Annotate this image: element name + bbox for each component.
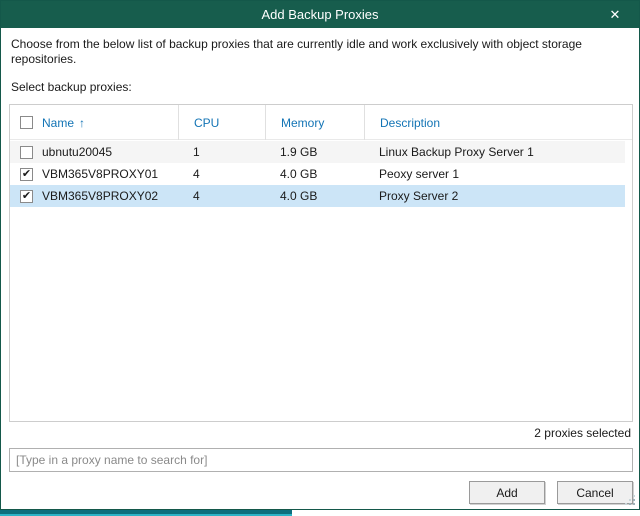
table-row[interactable]: ubnutu20045 1 1.9 GB Linux Backup Proxy …	[10, 141, 625, 163]
table-body: ubnutu20045 1 1.9 GB Linux Backup Proxy …	[10, 141, 632, 421]
proxy-name: VBM365V8PROXY02	[42, 189, 158, 203]
proxy-cpu: 4	[178, 185, 265, 207]
column-header-description[interactable]: Description	[364, 105, 632, 140]
row-checkbox[interactable]: ✔	[20, 190, 33, 203]
dialog-description: Choose from the below list of backup pro…	[11, 37, 625, 67]
resize-grip[interactable]	[633, 503, 635, 505]
table-row[interactable]: ✔ VBM365V8PROXY01 4 4.0 GB Peoxy server …	[10, 163, 625, 185]
proxies-table: Name ↑ CPU Memory Description ubnutu2004…	[9, 104, 633, 422]
column-header-cpu[interactable]: CPU	[178, 105, 265, 140]
column-header-name[interactable]: Name ↑	[10, 105, 178, 140]
selection-status: 2 proxies selected	[534, 426, 631, 440]
close-icon[interactable]: ✕	[601, 1, 629, 28]
proxy-name: ubnutu20045	[42, 145, 112, 159]
background-window-edge	[0, 510, 292, 516]
table-row[interactable]: ✔ VBM365V8PROXY02 4 4.0 GB Proxy Server …	[10, 185, 625, 207]
dialog-titlebar: Add Backup Proxies ✕	[1, 1, 639, 28]
cancel-button[interactable]: Cancel	[557, 481, 633, 504]
column-header-memory[interactable]: Memory	[265, 105, 364, 140]
sort-ascending-icon: ↑	[79, 116, 85, 130]
proxy-description: Linux Backup Proxy Server 1	[364, 141, 632, 163]
table-header-row: Name ↑ CPU Memory Description	[10, 105, 632, 140]
desktop-background	[0, 510, 640, 516]
dialog-title: Add Backup Proxies	[261, 7, 378, 22]
proxy-description: Peoxy server 1	[364, 163, 632, 185]
select-all-checkbox[interactable]	[20, 116, 33, 129]
column-header-name-label: Name	[42, 116, 74, 130]
row-checkbox[interactable]	[20, 146, 33, 159]
proxy-memory: 4.0 GB	[265, 163, 364, 185]
proxy-search-input[interactable]	[9, 448, 633, 472]
select-proxies-label: Select backup proxies:	[11, 80, 132, 94]
proxy-memory: 1.9 GB	[265, 141, 364, 163]
add-backup-proxies-dialog: Add Backup Proxies ✕ Choose from the bel…	[0, 0, 640, 510]
proxy-name: VBM365V8PROXY01	[42, 167, 158, 181]
row-checkbox[interactable]: ✔	[20, 168, 33, 181]
proxy-description: Proxy Server 2	[364, 185, 632, 207]
add-button[interactable]: Add	[469, 481, 545, 504]
proxy-cpu: 4	[178, 163, 265, 185]
proxy-memory: 4.0 GB	[265, 185, 364, 207]
proxy-cpu: 1	[178, 141, 265, 163]
